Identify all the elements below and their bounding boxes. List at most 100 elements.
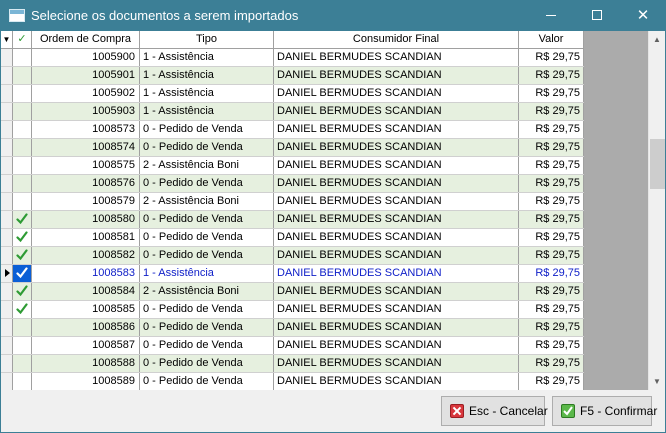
ordem-cell: 1008583 <box>32 265 140 282</box>
row-selector[interactable] <box>1 355 13 372</box>
table-row[interactable]: 1005902 1 - Assistência DANIEL BERMUDES SC… <box>1 85 584 103</box>
ordem-column-header[interactable]: Ordem de Compra <box>32 31 140 48</box>
row-selector[interactable] <box>1 67 13 84</box>
table-row[interactable]: 1008588 0 - Pedido de Venda DANIEL BERMUDE… <box>1 355 584 373</box>
cancel-button[interactable]: Esc - Cancelar <box>441 396 548 426</box>
consumidor-cell: DANIEL BERMUDES SCANDIAN <box>274 265 519 282</box>
table-row[interactable]: 1005903 1 - Assistência DANIEL BERMUDES SC… <box>1 103 584 121</box>
maximize-button[interactable] <box>574 0 620 31</box>
table-row[interactable]: 1008585 0 - Pedido de Venda DANIEL BERMUDE… <box>1 301 584 319</box>
row-checkbox[interactable] <box>13 193 32 210</box>
row-selector[interactable] <box>1 157 13 174</box>
row-selector[interactable] <box>1 337 13 354</box>
row-selector[interactable] <box>1 85 13 102</box>
row-selector[interactable] <box>1 247 13 264</box>
table-row[interactable]: 1008576 0 - Pedido de Venda DANIEL BERMUDE… <box>1 175 584 193</box>
title-bar[interactable]: Selecione os documentos a serem importad… <box>0 0 666 31</box>
ordem-cell: 1008588 <box>32 355 140 372</box>
tipo-cell: 1 - Assistência <box>140 85 274 102</box>
row-selector[interactable] <box>1 265 13 282</box>
tipo-cell: 0 - Pedido de Venda <box>140 301 274 318</box>
row-checkbox[interactable] <box>13 157 32 174</box>
table-row[interactable]: 1008583 1 - Assistência DANIEL BERMUDES SC… <box>1 265 584 283</box>
table-row[interactable]: 1005901 1 - Assistência DANIEL BERMUDES SC… <box>1 67 584 85</box>
table-row[interactable]: 1005900 1 - Assistência DANIEL BERMUDES SC… <box>1 49 584 67</box>
row-checkbox[interactable] <box>13 319 32 336</box>
valor-cell: R$ 29,75 <box>519 67 584 84</box>
consumidor-cell: DANIEL BERMUDES SCANDIAN <box>274 283 519 300</box>
table-row[interactable]: 1008589 0 - Pedido de Venda DANIEL BERMUDE… <box>1 373 584 390</box>
row-checkbox[interactable] <box>13 175 32 192</box>
valor-column-header[interactable]: Valor <box>519 31 584 48</box>
ordem-cell: 1008587 <box>32 337 140 354</box>
check-column-header[interactable]: ✓ <box>13 31 32 48</box>
row-selector[interactable] <box>1 211 13 228</box>
row-checkbox[interactable] <box>13 337 32 354</box>
close-button[interactable]: ✕ <box>620 0 666 31</box>
confirm-button[interactable]: F5 - Confirmar <box>552 396 657 426</box>
row-selector[interactable] <box>1 229 13 246</box>
scroll-thumb[interactable] <box>650 139 665 189</box>
row-checkbox[interactable] <box>13 103 32 120</box>
table-row[interactable]: 1008573 0 - Pedido de Venda DANIEL BERMUDE… <box>1 121 584 139</box>
ordem-cell: 1008573 <box>32 121 140 138</box>
valor-cell: R$ 29,75 <box>519 283 584 300</box>
confirm-check-icon <box>561 404 575 418</box>
table-row[interactable]: 1008584 2 - Assistência Boni DANIEL BERMUD… <box>1 283 584 301</box>
row-selector[interactable] <box>1 283 13 300</box>
row-checkbox[interactable] <box>13 373 32 390</box>
row-checkbox[interactable] <box>13 139 32 156</box>
row-checkbox[interactable] <box>13 85 32 102</box>
table-row[interactable]: 1008579 2 - Assistência Boni DANIEL BERMUD… <box>1 193 584 211</box>
documents-grid[interactable]: ▼ ✓ Ordem de Compra Tipo Consumidor Fina… <box>1 31 665 390</box>
row-selector[interactable] <box>1 103 13 120</box>
row-selector[interactable] <box>1 175 13 192</box>
table-row[interactable]: 1008580 0 - Pedido de Venda DANIEL BERMUDE… <box>1 211 584 229</box>
row-checkbox[interactable] <box>13 229 32 246</box>
ordem-cell: 1008580 <box>32 211 140 228</box>
valor-cell: R$ 29,75 <box>519 229 584 246</box>
valor-cell: R$ 29,75 <box>519 265 584 282</box>
row-selector[interactable] <box>1 301 13 318</box>
row-selector[interactable] <box>1 49 13 66</box>
valor-cell: R$ 29,75 <box>519 139 584 156</box>
table-row[interactable]: 1008574 0 - Pedido de Venda DANIEL BERMUDE… <box>1 139 584 157</box>
tipo-cell: 0 - Pedido de Venda <box>140 175 274 192</box>
consumidor-cell: DANIEL BERMUDES SCANDIAN <box>274 319 519 336</box>
row-checkbox[interactable] <box>13 265 32 282</box>
scroll-down-icon[interactable]: ▼ <box>649 373 665 390</box>
row-checkbox[interactable] <box>13 355 32 372</box>
row-checkbox[interactable] <box>13 211 32 228</box>
row-checkbox[interactable] <box>13 301 32 318</box>
row-selector[interactable] <box>1 121 13 138</box>
cancel-icon <box>450 404 464 418</box>
table-row[interactable]: 1008587 0 - Pedido de Venda DANIEL BERMUDE… <box>1 337 584 355</box>
table-row[interactable]: 1008586 0 - Pedido de Venda DANIEL BERMUDE… <box>1 319 584 337</box>
grid-header: ▼ ✓ Ordem de Compra Tipo Consumidor Fina… <box>1 31 584 49</box>
minimize-button[interactable] <box>528 0 574 31</box>
row-selector[interactable] <box>1 373 13 390</box>
row-checkbox[interactable] <box>13 67 32 84</box>
row-checkbox[interactable] <box>13 283 32 300</box>
row-checkbox[interactable] <box>13 49 32 66</box>
tipo-cell: 0 - Pedido de Venda <box>140 229 274 246</box>
consumidor-cell: DANIEL BERMUDES SCANDIAN <box>274 67 519 84</box>
valor-cell: R$ 29,75 <box>519 337 584 354</box>
row-checkbox[interactable] <box>13 121 32 138</box>
tipo-cell: 2 - Assistência Boni <box>140 283 274 300</box>
row-selector[interactable] <box>1 139 13 156</box>
row-selector-header[interactable]: ▼ <box>1 31 13 48</box>
consumidor-column-header[interactable]: Consumidor Final <box>274 31 519 48</box>
table-row[interactable]: 1008582 0 - Pedido de Venda DANIEL BERMUDE… <box>1 247 584 265</box>
table-row[interactable]: 1008575 2 - Assistência Boni DANIEL BERMUD… <box>1 157 584 175</box>
row-selector[interactable] <box>1 319 13 336</box>
tipo-column-header[interactable]: Tipo <box>140 31 274 48</box>
row-selector[interactable] <box>1 193 13 210</box>
valor-cell: R$ 29,75 <box>519 373 584 390</box>
vertical-scrollbar[interactable]: ▲ ▼ <box>648 31 665 390</box>
scroll-up-icon[interactable]: ▲ <box>649 31 665 48</box>
row-checkbox[interactable] <box>13 247 32 264</box>
table-row[interactable]: 1008581 0 - Pedido de Venda DANIEL BERMUDE… <box>1 229 584 247</box>
consumidor-cell: DANIEL BERMUDES SCANDIAN <box>274 85 519 102</box>
valor-cell: R$ 29,75 <box>519 247 584 264</box>
